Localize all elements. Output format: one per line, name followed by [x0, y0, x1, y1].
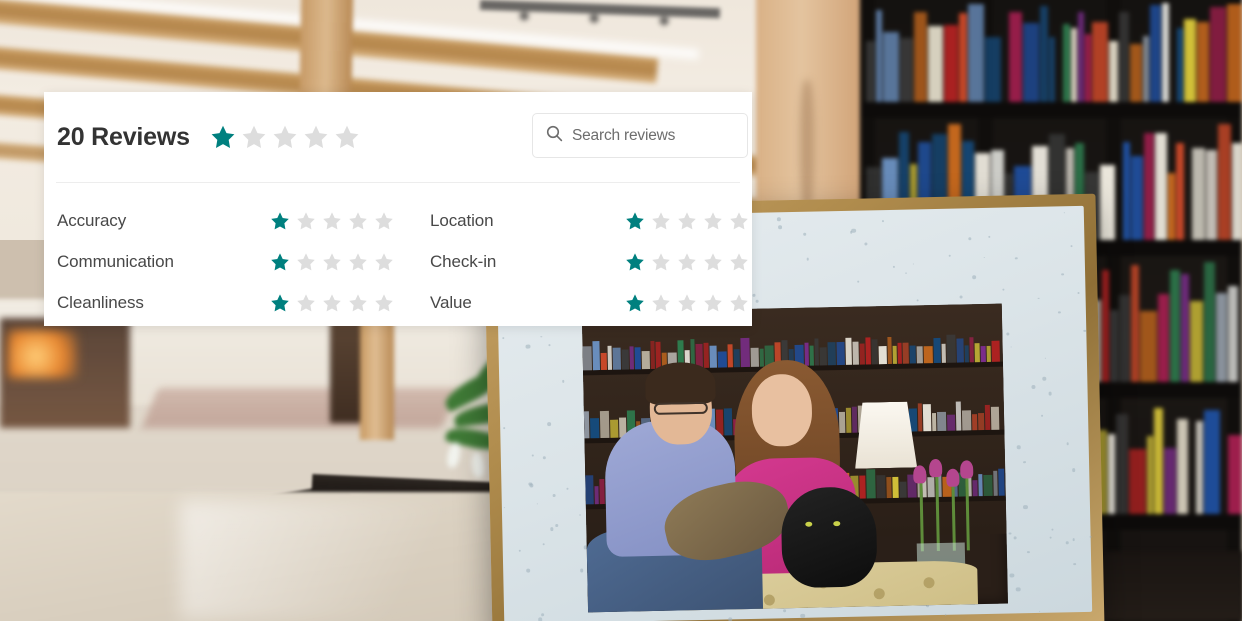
category-ratings: Accuracy Location Communication Check-in Cle… [44, 182, 752, 323]
photo-glasses [653, 401, 708, 415]
search-reviews-box[interactable]: Search reviews [532, 113, 748, 158]
photo-woman-face [751, 373, 813, 447]
photo-black-cat [780, 486, 878, 589]
reviews-card: 20 Reviews Search reviews Accuracy Locati… [44, 92, 752, 326]
rating-stars-location [625, 211, 755, 231]
table-reflection [180, 500, 510, 620]
rating-stars-cleanliness [270, 293, 430, 313]
header-divider [56, 182, 740, 183]
rating-label-cleanliness: Cleanliness [57, 293, 144, 312]
rating-stars-accuracy [270, 211, 430, 231]
search-input-placeholder[interactable]: Search reviews [572, 127, 675, 145]
rating-stars-check-in [625, 252, 755, 272]
rating-label-check-in: Check-in [430, 252, 497, 271]
fireplace-glow [8, 330, 78, 378]
rating-label-value: Value [430, 293, 472, 312]
wood-grain [800, 80, 814, 210]
photo-content [581, 303, 1008, 613]
rating-label-communication: Communication [57, 252, 174, 271]
rating-stars-value [625, 293, 755, 313]
photo-man-hair [644, 361, 716, 406]
rating-stars-communication [270, 252, 430, 272]
reviews-header: 20 Reviews Search reviews [44, 92, 752, 182]
rug [141, 388, 459, 428]
overall-rating-stars [210, 124, 360, 150]
search-icon [546, 125, 563, 147]
rating-label-location: Location [430, 211, 494, 230]
rating-label-accuracy: Accuracy [57, 211, 127, 230]
page-title: 20 Reviews [57, 122, 190, 151]
